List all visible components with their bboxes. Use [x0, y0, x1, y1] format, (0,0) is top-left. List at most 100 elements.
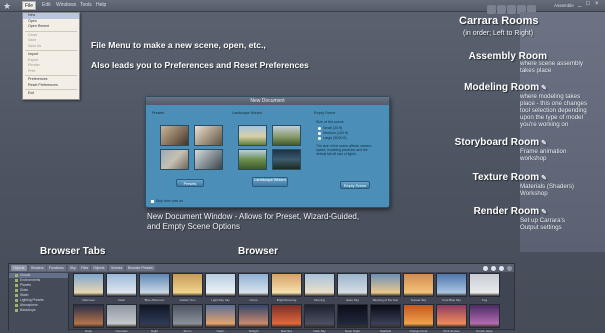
sky-preset-thumbnail[interactable] — [370, 304, 401, 328]
browser-tab[interactable]: Shaders — [29, 265, 46, 271]
browser-tab[interactable]: Objects — [11, 265, 27, 271]
sky-preset-thumbnail[interactable] — [337, 273, 368, 297]
sky-preset-label: Golden Sun — [179, 298, 196, 302]
landscape-wizard-label: Landscape Wizard — [232, 111, 262, 115]
menu-separator — [25, 89, 77, 90]
menu-tools[interactable]: Tools — [78, 1, 94, 10]
sky-preset-thumbnail[interactable] — [469, 304, 500, 328]
sky-preset-thumbnail[interactable] — [337, 304, 368, 328]
landscape-wizard-button[interactable]: Landscape Wizard — [252, 177, 288, 187]
size-large-radio[interactable]: Large (5000 ft) — [318, 136, 347, 140]
landscape-thumb[interactable] — [238, 125, 267, 146]
sky-preset-thumbnail[interactable] — [172, 304, 203, 328]
sky-preset-thumbnail[interactable] — [238, 304, 269, 328]
room-desc-line: Frame animation — [520, 148, 567, 155]
tree-item-label: Backdrops — [20, 308, 36, 312]
sky-preset-label: Twilight — [248, 329, 259, 333]
view-mode-icon[interactable] — [507, 266, 512, 271]
preset-thumb[interactable] — [194, 149, 223, 170]
landscape-thumb[interactable] — [272, 125, 301, 146]
pencil-icon: ✎ — [541, 85, 547, 92]
room-switcher — [487, 1, 545, 14]
landscape-thumb[interactable] — [238, 149, 267, 170]
empty-scene-label: Empty Scene — [314, 111, 336, 115]
preset-thumb[interactable] — [160, 149, 189, 170]
checkbox-label: Skip from now on — [156, 199, 184, 203]
radio-icon — [318, 126, 321, 130]
file-menu-item-print[interactable]: Print — [23, 69, 79, 75]
sky-preset-label: Dawn — [216, 329, 225, 333]
maximize-icon[interactable]: □ — [586, 1, 590, 7]
tree-item-label: Planets — [20, 283, 31, 287]
size-medium-radio[interactable]: Medium (100 ft) — [318, 131, 348, 135]
sky-preset-thumbnail[interactable] — [205, 273, 236, 297]
sky-preset-thumbnail[interactable] — [271, 273, 302, 297]
browser-tab[interactable]: Functions — [47, 265, 66, 271]
sky-preset-thumbnail[interactable] — [106, 273, 137, 297]
file-menu-item-exit[interactable]: Exit — [23, 91, 79, 97]
browser-tab[interactable]: Browser Presets — [126, 265, 155, 271]
sky-preset-thumbnail[interactable] — [238, 273, 269, 297]
file-menu-item-open-recent[interactable]: Open Recent — [23, 24, 79, 30]
landscape-thumb[interactable] — [272, 149, 301, 170]
sky-preset-label: Fog — [481, 298, 488, 302]
menu-windows[interactable]: Windows — [54, 1, 78, 10]
sky-preset-label: Afternoon — [81, 298, 95, 302]
sky-preset-thumbnail[interactable] — [73, 273, 104, 297]
room-desc-line: takes place — [520, 67, 552, 74]
preset-thumb[interactable] — [160, 125, 189, 146]
modeling-room-icon[interactable] — [497, 5, 506, 14]
room-desc-line: Materials (Shaders) — [520, 183, 574, 190]
folder-icon — [15, 298, 18, 302]
sky-preset-label: Red Sky — [280, 329, 293, 333]
radio-icon — [318, 136, 321, 140]
view-mode-icon[interactable] — [483, 266, 488, 271]
browser-tab[interactable]: Scenes — [109, 265, 125, 271]
storyboard-room-icon[interactable] — [507, 5, 516, 14]
empty-scene-button[interactable]: Empty Scene — [340, 181, 370, 189]
annotation-new-doc-1: New Document Window - Allows for Preset,… — [147, 212, 360, 221]
skip-checkbox[interactable]: Skip from now on — [151, 199, 183, 203]
file-menu-item-reset-preferences[interactable]: Reset Preferences — [23, 83, 79, 89]
sky-preset-thumbnail[interactable] — [436, 304, 467, 328]
sky-preset-thumbnail[interactable] — [403, 273, 434, 297]
tree-item[interactable]: Backdrops — [9, 308, 68, 313]
sky-preset-thumbnail[interactable] — [172, 273, 203, 297]
sky-preset-thumbnail[interactable] — [205, 304, 236, 328]
room-desc-line: where modeling takes — [520, 93, 581, 100]
presets-button[interactable]: Presets — [176, 179, 204, 187]
sky-preset-thumbnail[interactable] — [73, 304, 104, 328]
annotation-browser: Browser — [238, 246, 279, 257]
browser-tab[interactable]: Sky — [68, 265, 78, 271]
rooms-subtitle: (in order; Left to Right) — [463, 30, 534, 37]
browser-tab[interactable]: Files — [79, 265, 91, 271]
sky-preset-thumbnail[interactable] — [370, 273, 401, 297]
menu-edit[interactable]: Edit — [40, 1, 53, 10]
sky-preset-thumbnail[interactable] — [304, 273, 335, 297]
empty-scene-section: Empty Scene Size of the scene Small (20 … — [314, 111, 386, 195]
browser-tab[interactable]: Objects — [91, 265, 107, 271]
view-mode-icon[interactable] — [491, 266, 496, 271]
view-mode-icon[interactable] — [499, 266, 504, 271]
preset-thumb[interactable] — [194, 125, 223, 146]
rooms-title: Carrara Rooms — [459, 15, 539, 27]
sky-preset-thumbnail[interactable] — [139, 273, 170, 297]
sky-preset-thumbnail[interactable] — [469, 273, 500, 297]
sky-preset-thumbnail[interactable] — [304, 304, 335, 328]
menu-help[interactable]: Help — [94, 1, 108, 10]
size-small-radio[interactable]: Small (20 ft) — [318, 126, 342, 130]
sky-preset-label: Cirrus — [249, 298, 258, 302]
sky-preset-thumbnail[interactable] — [436, 273, 467, 297]
sky-preset-thumbnail[interactable] — [139, 304, 170, 328]
sky-preset-thumbnail[interactable] — [403, 304, 434, 328]
annotation-new-doc-2: and Empty Scene Options — [147, 222, 240, 231]
minimize-icon[interactable]: _ — [578, 1, 581, 7]
sky-preset-thumbnail[interactable] — [271, 304, 302, 328]
sky-preset-thumbnail[interactable] — [106, 304, 137, 328]
file-menu-item-save-as[interactable]: Save As — [23, 44, 79, 50]
close-icon[interactable]: × — [595, 1, 599, 7]
folder-icon — [15, 308, 18, 312]
menu-file[interactable]: File — [22, 1, 37, 10]
assembly-room-icon[interactable] — [487, 5, 496, 14]
room-name: Texture Room — [472, 172, 540, 183]
